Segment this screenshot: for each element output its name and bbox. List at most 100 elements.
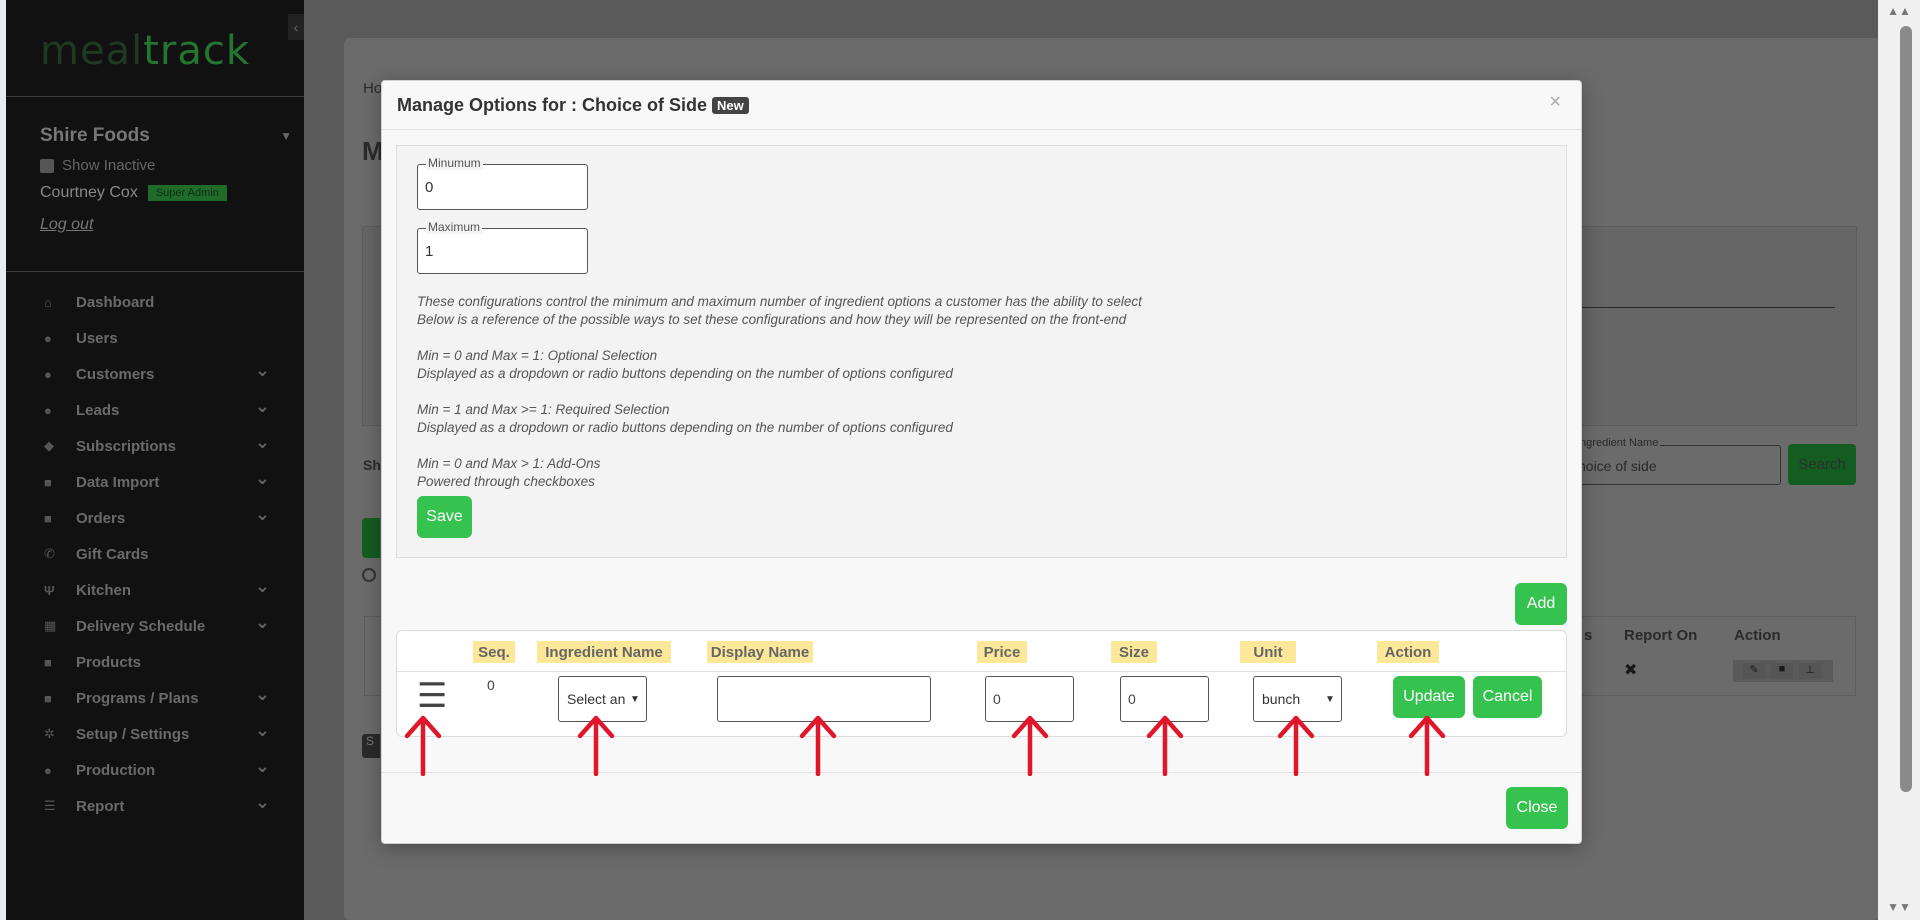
manage-options-modal: Manage Options for : Choice of Side New … — [381, 80, 1582, 844]
sidebar-item-label: Users — [76, 329, 118, 347]
sidebar-item-delivery-schedule[interactable]: ▦ Delivery Schedule ⌄ — [6, 608, 304, 644]
chevron-down-icon: ⌄ — [254, 395, 270, 416]
breadcrumb: Ho — [363, 80, 383, 97]
show-inactive-checkbox[interactable] — [40, 158, 54, 173]
drag-handle-icon[interactable]: ☰ — [417, 679, 447, 713]
box-icon: ■ — [44, 654, 52, 670]
sidebar-item-users[interactable]: ● Users — [6, 320, 304, 356]
x-mark-icon: ✖ — [1624, 662, 1638, 679]
logo-text-track: track — [143, 28, 250, 74]
ingredient-search-value: hoice of side — [1578, 458, 1657, 474]
cancel-button[interactable]: Cancel — [1473, 676, 1542, 718]
logout-link[interactable]: Log out — [40, 216, 304, 234]
ingredient-select-value: Select an — [567, 691, 626, 707]
red-arrow-icon — [404, 715, 442, 776]
sidebar-item-leads[interactable]: ● Leads ⌄ — [6, 392, 304, 428]
info-line: Min = 0 and Max > 1: Add-Ons — [417, 456, 601, 471]
phone-icon: ✆ — [44, 546, 55, 561]
sidebar-item-gift-cards[interactable]: ✆ Gift Cards — [6, 536, 304, 572]
modal-footer-divider — [382, 772, 1581, 773]
column-header-price: Price — [977, 641, 1027, 663]
radio-option[interactable] — [362, 568, 376, 582]
sitemap-icon[interactable]: ⊥ — [1799, 663, 1821, 679]
maximum-field[interactable]: Maximum 1 — [417, 220, 588, 274]
update-button[interactable]: Update — [1393, 676, 1465, 718]
sidebar-item-setup-settings[interactable]: ✲ Setup / Settings ⌄ — [6, 716, 304, 752]
sidebar-item-data-import[interactable]: ■ Data Import ⌄ — [6, 464, 304, 500]
sidebar-item-orders[interactable]: ■ Orders ⌄ — [6, 500, 304, 536]
bag-icon: ■ — [44, 510, 52, 526]
scroll-down-icon[interactable]: ▼▼ — [1878, 900, 1920, 914]
sidebar-item-products[interactable]: ■ Products — [6, 644, 304, 680]
scroll-up-icon[interactable]: ▲▲ — [1878, 4, 1920, 18]
create-button[interactable] — [362, 518, 380, 558]
table-header-divider — [397, 671, 1566, 672]
divider — [1560, 307, 1835, 308]
dollar-icon: ● — [44, 402, 52, 418]
save-button[interactable]: Save — [417, 496, 472, 538]
logo: mealtrack — [6, 0, 304, 97]
chevron-down-icon: ▼ — [630, 693, 640, 705]
sidebar-nav: ⌂ Dashboard ● Users ● Customers ⌄ ● Leads ⌄ ◆ Subsc… — [6, 272, 304, 824]
red-arrow-icon — [1011, 715, 1049, 776]
red-arrow-icon — [1277, 715, 1315, 776]
info-line: Displayed as a dropdown or radio buttons… — [417, 366, 953, 381]
row-actions: ✎ ■ ⊥ — [1733, 660, 1833, 682]
red-arrow-icon — [1146, 715, 1184, 776]
sidebar-item-production[interactable]: ● Production ⌄ — [6, 752, 304, 788]
sidebar-item-programs-plans[interactable]: ■ Programs / Plans ⌄ — [6, 680, 304, 716]
edit-icon[interactable]: ✎ — [1743, 663, 1765, 679]
sidebar-item-label: Subscriptions — [76, 437, 177, 455]
chevron-down-icon: ⌄ — [254, 575, 270, 596]
column-header-display-name: Display Name — [707, 641, 813, 663]
scrollbar-thumb[interactable] — [1900, 26, 1912, 792]
sidebar-item-dashboard[interactable]: ⌂ Dashboard — [6, 284, 304, 320]
info-line: Powered through checkboxes — [417, 474, 595, 489]
sidebar-item-subscriptions[interactable]: ◆ Subscriptions ⌄ — [6, 428, 304, 464]
user-info: Courtney Cox Super Admin — [40, 184, 304, 202]
chevron-down-icon: ⌄ — [254, 431, 270, 452]
sidebar-item-label: Products — [76, 653, 142, 671]
column-header-ingredient-name: Ingredient Name — [537, 641, 671, 663]
add-button[interactable]: Add — [1515, 583, 1567, 625]
file-icon: ■ — [44, 474, 52, 490]
sidebar-item-report[interactable]: ☰ Report ⌄ — [6, 788, 304, 824]
home-icon: ⌂ — [44, 294, 52, 310]
chevron-down-icon: ▼ — [1325, 693, 1335, 705]
chevron-down-icon: ⌄ — [254, 755, 270, 776]
sidebar-item-label: Kitchen — [76, 581, 132, 599]
page-scrollbar[interactable]: ▲▲ ▼▼ — [1878, 0, 1920, 920]
company-selector[interactable]: Shire Foods ▼ — [40, 125, 304, 147]
show-inactive-toggle[interactable]: Show Inactive — [40, 157, 304, 174]
column-header-s: s — [1584, 627, 1593, 644]
sidebar-item-label: Dashboard — [76, 293, 155, 311]
red-arrow-icon — [577, 715, 615, 776]
modal-header: Manage Options for : Choice of Side New — [382, 81, 1581, 130]
info-line: Min = 0 and Max = 1: Optional Selection — [417, 348, 658, 363]
layers-icon: ◆ — [44, 438, 54, 453]
size-value: 0 — [1128, 691, 1136, 707]
sidebar-item-customers[interactable]: ● Customers ⌄ — [6, 356, 304, 392]
chevron-down-icon: ⌄ — [254, 611, 270, 632]
trash-icon[interactable]: ■ — [1771, 663, 1793, 679]
collapse-sidebar-icon[interactable]: ‹ — [288, 14, 304, 40]
sidebar-item-kitchen[interactable]: Ψ Kitchen ⌄ — [6, 572, 304, 608]
user-icon: ● — [44, 330, 52, 346]
sidebar-item-label: Gift Cards — [76, 545, 149, 563]
sidebar: mealtrack ‹ Shire Foods ▼ Show Inactive … — [6, 0, 304, 920]
s-button[interactable]: S — [362, 734, 380, 758]
sidebar-item-label: Orders — [76, 509, 126, 527]
info-line — [417, 329, 1142, 347]
chevron-down-icon: ⌄ — [254, 719, 270, 740]
utensils-icon: Ψ — [44, 582, 55, 598]
column-header-report-on: Report On — [1624, 627, 1698, 644]
close-button[interactable]: Close — [1506, 787, 1568, 829]
minimum-field[interactable]: Minumum 0 — [417, 156, 588, 210]
sidebar-item-label: Production — [76, 761, 156, 779]
info-line: Displayed as a dropdown or radio buttons… — [417, 420, 953, 435]
sidebar-item-label: Setup / Settings — [76, 725, 190, 743]
seq-value: 0 — [487, 677, 495, 693]
gear-icon: ✲ — [44, 726, 55, 741]
close-icon[interactable]: × — [1549, 91, 1561, 114]
search-button[interactable]: Search — [1788, 444, 1856, 485]
